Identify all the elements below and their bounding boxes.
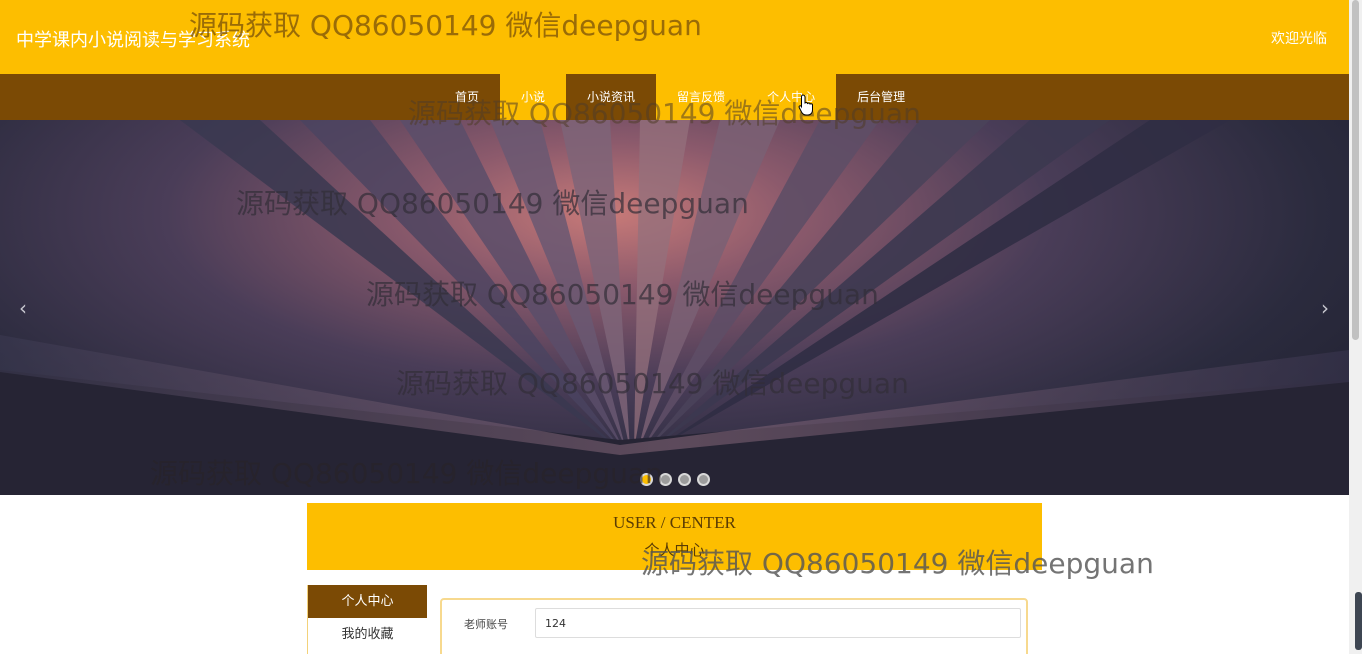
user-center-title-en: USER / CENTER xyxy=(613,513,736,532)
nav-item-admin[interactable]: 后台管理 xyxy=(836,74,926,120)
nav-item-home[interactable]: 首页 xyxy=(434,74,500,120)
carousel-prev-arrow[interactable]: ‹ xyxy=(19,296,27,320)
side-menu-item-profile[interactable]: 个人中心 xyxy=(308,585,427,618)
nav-item-novel-news[interactable]: 小说资讯 xyxy=(566,74,656,120)
main-nav: 首页 小说 小说资讯 留言反馈 个人中心 后台管理 xyxy=(0,74,1349,120)
nav-item-feedback[interactable]: 留言反馈 xyxy=(656,74,747,120)
nav-list: 首页 小说 小说资讯 留言反馈 个人中心 后台管理 xyxy=(434,74,926,120)
profile-form: 老师账号 xyxy=(440,598,1028,654)
user-center-side-menu: 个人中心 我的收藏 xyxy=(307,585,427,654)
teacher-account-input[interactable] xyxy=(535,608,1021,638)
site-title: 中学课内小说阅读与学习系统 xyxy=(16,30,250,51)
carousel-dot-3[interactable] xyxy=(678,473,691,486)
nav-item-novels[interactable]: 小说 xyxy=(500,74,567,120)
user-center-title-cn: 个人中心 xyxy=(644,541,705,559)
carousel-dot-1[interactable] xyxy=(640,473,653,486)
page-scrollbar[interactable] xyxy=(1349,0,1362,654)
site-header: 中学课内小说阅读与学习系统 欢迎光临 xyxy=(0,0,1349,74)
nav-item-user-center[interactable]: 个人中心 xyxy=(746,74,837,120)
hand-cursor-icon xyxy=(798,94,813,116)
carousel-dots xyxy=(640,473,710,486)
page: 中学课内小说阅读与学习系统 欢迎光临 首页 小说 小说资讯 留言反馈 个人中心 … xyxy=(0,0,1362,654)
user-center-header: USER / CENTER 个人中心 xyxy=(307,503,1042,570)
scrollbar-thumb[interactable] xyxy=(1352,0,1359,340)
banner-book-image xyxy=(0,120,1349,495)
banner-carousel: ‹ › xyxy=(0,120,1349,495)
welcome-text: 欢迎光临 xyxy=(1271,31,1327,47)
carousel-next-arrow[interactable]: › xyxy=(1321,296,1329,320)
carousel-dot-2[interactable] xyxy=(659,473,672,486)
side-menu-item-favorites[interactable]: 我的收藏 xyxy=(308,618,427,651)
side-widget-handle[interactable] xyxy=(1355,592,1362,650)
carousel-dot-4[interactable] xyxy=(697,473,710,486)
teacher-account-label: 老师账号 xyxy=(464,618,508,631)
